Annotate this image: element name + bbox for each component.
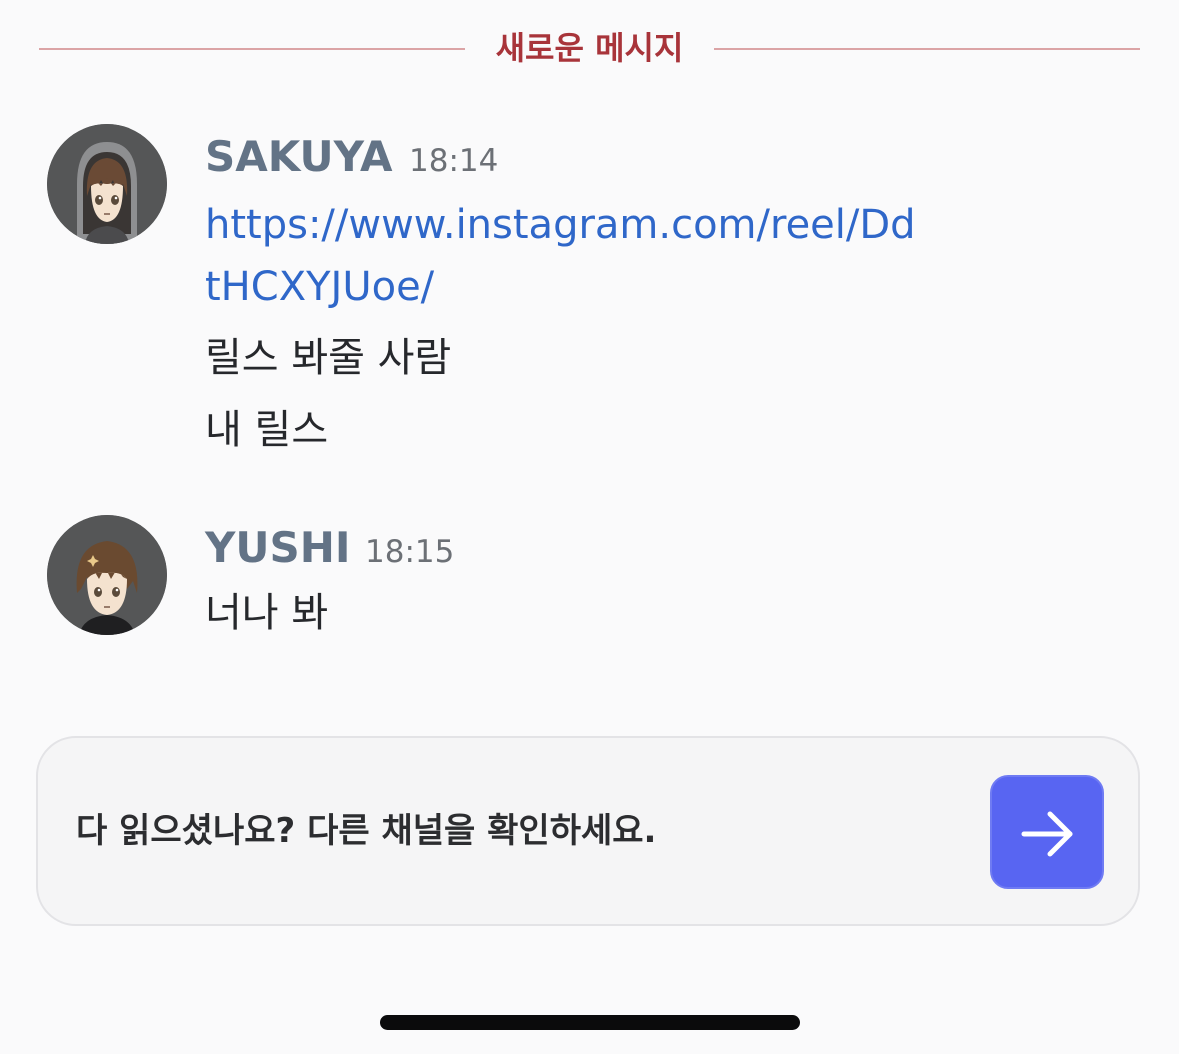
message-timestamp: 18:15 xyxy=(365,534,455,570)
message-timestamp: 18:14 xyxy=(409,143,499,179)
new-messages-divider: 새로운 메시지 xyxy=(39,22,1140,74)
message-group: SAKUYA 18:14 https://www.instagram.com/r… xyxy=(47,124,1137,464)
boy-avatar[interactable] xyxy=(47,515,167,635)
arrow-right-icon xyxy=(1021,811,1073,857)
message-header: SAKUYA 18:14 xyxy=(205,124,1105,194)
home-indicator[interactable] xyxy=(380,1015,800,1030)
message-text: 너나 봐 xyxy=(205,590,329,636)
hooded-boy-avatar[interactable] xyxy=(47,124,167,244)
author-name[interactable]: YUSHI xyxy=(205,523,351,573)
chat-screen: 새로운 메시지 SAKUYA 18:14 https://www.instagr… xyxy=(0,0,1179,1054)
message-body: SAKUYA 18:14 https://www.instagram.com/r… xyxy=(205,124,1105,466)
message-text: 릴스 봐줄 사람 xyxy=(205,335,452,381)
go-to-next-channel-button[interactable] xyxy=(990,775,1104,889)
divider-line-right xyxy=(714,48,1140,50)
prompt-text: 다 읽으셨나요? 다른 채널을 확인하세요. xyxy=(76,811,657,851)
instagram-reel-link[interactable]: https://www.instagram.com/reel/DdtHCXYJU… xyxy=(205,194,925,318)
message-text: 내 릴스 xyxy=(205,407,329,453)
message-header: YUSHI 18:15 xyxy=(205,515,1105,585)
message-group: YUSHI 18:15 너나 봐 xyxy=(47,515,1137,655)
new-messages-label: 새로운 메시지 xyxy=(495,29,684,67)
divider-line-left xyxy=(39,48,465,50)
read-all-prompt-card: 다 읽으셨나요? 다른 채널을 확인하세요. xyxy=(36,736,1140,926)
message-body: YUSHI 18:15 너나 봐 xyxy=(205,515,1105,649)
author-name[interactable]: SAKUYA xyxy=(205,132,393,182)
